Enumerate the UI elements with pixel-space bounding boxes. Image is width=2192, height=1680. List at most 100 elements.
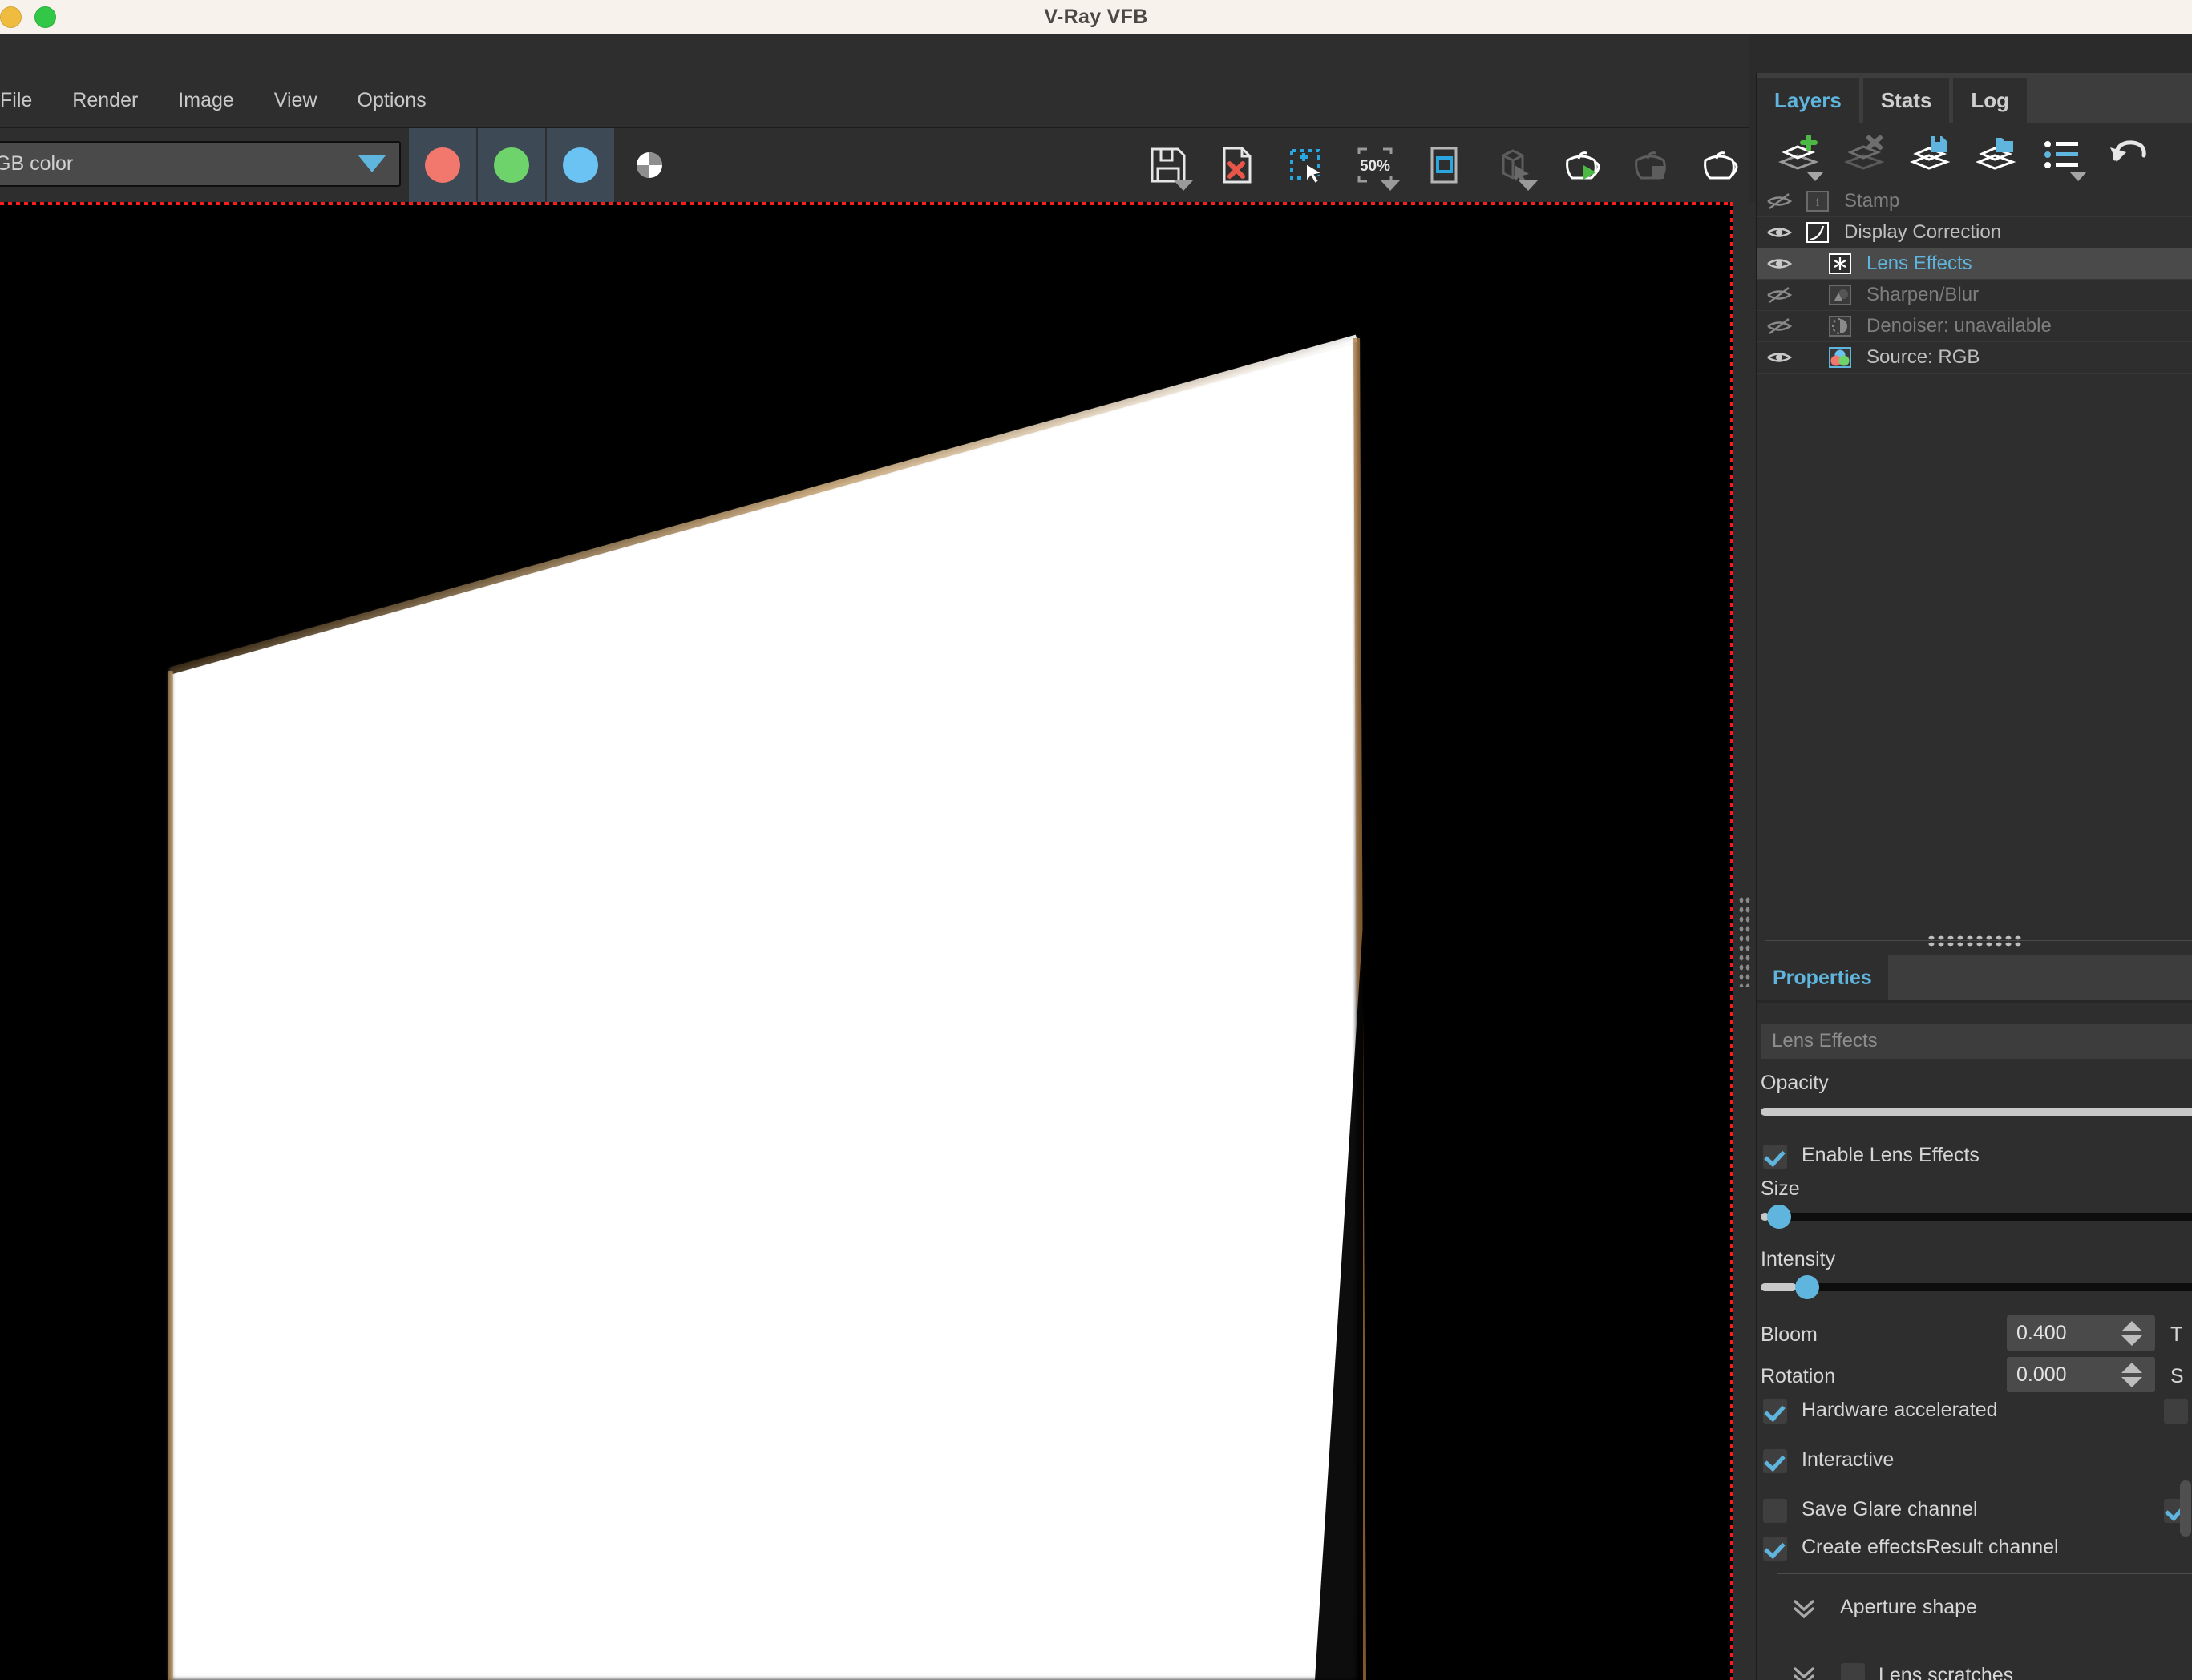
fit-to-window-button[interactable] xyxy=(1409,128,1478,202)
intensity-slider-knob[interactable] xyxy=(1795,1275,1819,1299)
pick-object-button[interactable] xyxy=(1478,128,1547,202)
bloom-label: Bloom xyxy=(1761,1323,1818,1346)
chevron-down-icon xyxy=(1174,180,1193,191)
red-dot-icon xyxy=(425,147,460,183)
bloom-stepper[interactable] xyxy=(2115,1320,2155,1346)
tab-stats[interactable]: Stats xyxy=(1862,78,1950,123)
visibility-toggle-on[interactable] xyxy=(1757,349,1802,366)
properties-scrollbar[interactable] xyxy=(2180,1480,2191,1537)
layer-list: i Stamp Display Correction Lens Effects … xyxy=(1757,186,2192,931)
file-with-x-icon xyxy=(1223,147,1252,184)
chevron-double-down-icon[interactable] xyxy=(1790,1662,1818,1680)
size-slider[interactable] xyxy=(1761,1205,2192,1229)
chevron-double-down-icon[interactable] xyxy=(1790,1594,1818,1621)
tab-properties[interactable]: Properties xyxy=(1757,955,1888,1000)
main-toolbar: GB color 50% xyxy=(0,128,1749,202)
save-glare-channel-checkbox[interactable] xyxy=(1763,1499,1787,1523)
visibility-toggle-off[interactable] xyxy=(1757,286,1802,304)
opacity-slider[interactable] xyxy=(1761,1108,2192,1116)
eye-off-icon xyxy=(1767,287,1792,303)
layer-row-source-rgb[interactable]: Source: RGB xyxy=(1757,342,2192,374)
channel-select-value: GB color xyxy=(0,152,74,175)
reset-layers-button[interactable] xyxy=(2095,123,2161,186)
size-slider-knob[interactable] xyxy=(1767,1205,1791,1229)
rotation-stepper[interactable] xyxy=(2115,1362,2155,1387)
bloom-value: 0.400 xyxy=(2016,1321,2067,1344)
hardware-accelerated-label: Hardware accelerated xyxy=(1802,1399,1998,1421)
title-bar: V-Ray VFB xyxy=(0,0,2192,34)
red-channel-button[interactable] xyxy=(409,128,478,202)
visibility-toggle-on[interactable] xyxy=(1757,255,1802,273)
visibility-toggle-off[interactable] xyxy=(1757,192,1802,210)
add-layer-button[interactable] xyxy=(1766,123,1832,186)
layer-presets-button[interactable] xyxy=(2029,123,2095,186)
save-layers-button[interactable] xyxy=(1898,123,1963,186)
monochrome-icon xyxy=(637,152,662,178)
marquee-select-icon xyxy=(1290,149,1325,185)
channel-buttons xyxy=(409,128,616,202)
stamp-info-icon: i xyxy=(1802,189,1834,213)
monochrome-button[interactable] xyxy=(617,128,681,202)
teapot-icon xyxy=(1704,151,1738,180)
menu-options[interactable]: Options xyxy=(338,73,447,127)
vertical-splitter[interactable] xyxy=(1733,202,1756,1680)
menubar: File Render Image View Options xyxy=(0,73,1749,128)
render-stop-button[interactable] xyxy=(1616,128,1685,202)
layer-toolbar xyxy=(1757,123,2192,186)
region-render-button[interactable] xyxy=(1272,128,1341,202)
delete-layer-button[interactable] xyxy=(1832,123,1898,186)
tab-properties-secondary[interactable] xyxy=(1887,955,2192,1000)
save-image-button[interactable] xyxy=(1134,128,1203,202)
interactive-checkbox[interactable] xyxy=(1763,1449,1787,1473)
rotation-input[interactable]: 0.000 xyxy=(2007,1357,2155,1392)
render-viewport[interactable] xyxy=(0,202,1733,1680)
channel-select[interactable]: GB color xyxy=(0,141,401,187)
layer-row-denoiser[interactable]: Denoiser: unavailable xyxy=(1757,311,2192,342)
layer-row-lens-effects[interactable]: Lens Effects xyxy=(1757,248,2192,280)
chevron-down-icon xyxy=(1519,180,1538,191)
render-last-button[interactable] xyxy=(1685,128,1754,202)
layer-name-field[interactable]: Lens Effects xyxy=(1761,1024,2192,1059)
menu-view[interactable]: View xyxy=(254,73,338,127)
green-channel-button[interactable] xyxy=(478,128,547,202)
create-effects-result-checkbox[interactable] xyxy=(1763,1537,1787,1561)
blue-channel-button[interactable] xyxy=(547,128,616,202)
lens-scratches-label[interactable]: Lens scratches xyxy=(1879,1664,2013,1680)
threshold-label-cut: T xyxy=(2170,1323,2183,1346)
layer-open-icon xyxy=(1975,138,2016,170)
enable-lens-effects-checkbox[interactable] xyxy=(1763,1145,1787,1169)
vray-vfb-window: V-Ray VFB File Render Image View Options… xyxy=(0,0,2192,1680)
enable-lens-effects-label: Enable Lens Effects xyxy=(1802,1144,1980,1166)
opacity-slider-fill xyxy=(1761,1108,2192,1116)
visibility-toggle-off[interactable] xyxy=(1757,317,1802,335)
hardware-accelerated-checkbox[interactable] xyxy=(1763,1399,1787,1424)
horizontal-splitter[interactable] xyxy=(1757,931,2192,951)
tab-layers[interactable]: Layers xyxy=(1757,78,1859,123)
intensity-slider[interactable] xyxy=(1761,1275,2192,1299)
lens-scratches-checkbox[interactable] xyxy=(1841,1663,1865,1680)
bloom-input[interactable]: 0.400 xyxy=(2007,1315,2155,1351)
visibility-toggle-on[interactable] xyxy=(1757,224,1802,241)
layer-save-icon xyxy=(1909,136,1951,170)
menu-image[interactable]: Image xyxy=(158,73,253,127)
teapot-play-icon xyxy=(1566,151,1600,180)
clear-image-button[interactable] xyxy=(1203,128,1272,202)
menu-file[interactable]: File xyxy=(0,73,52,127)
chevron-down-icon xyxy=(2121,1335,2142,1346)
chevron-down-icon xyxy=(1381,180,1400,191)
aperture-shape-label[interactable]: Aperture shape xyxy=(1840,1596,1977,1619)
load-layers-button[interactable] xyxy=(1963,123,2029,186)
properties-tabs: Properties xyxy=(1757,951,2192,1000)
zoom-level-button[interactable]: 50% xyxy=(1341,128,1409,202)
menu-render[interactable]: Render xyxy=(52,73,158,127)
layer-row-stamp[interactable]: i Stamp xyxy=(1757,186,2192,217)
properties-body: Lens Effects Opacity Enable Lens Effects… xyxy=(1757,1003,2192,1680)
tab-log[interactable]: Log xyxy=(1953,78,2028,123)
cut-checkbox-1[interactable] xyxy=(2164,1399,2188,1424)
layer-row-display-correction[interactable]: Display Correction xyxy=(1757,217,2192,248)
green-dot-icon xyxy=(494,147,529,183)
layer-name: Display Correction xyxy=(1844,221,2002,243)
section-divider xyxy=(1777,1573,2192,1574)
render-start-button[interactable] xyxy=(1547,128,1616,202)
layer-row-sharpen-blur[interactable]: Sharpen/Blur xyxy=(1757,280,2192,311)
